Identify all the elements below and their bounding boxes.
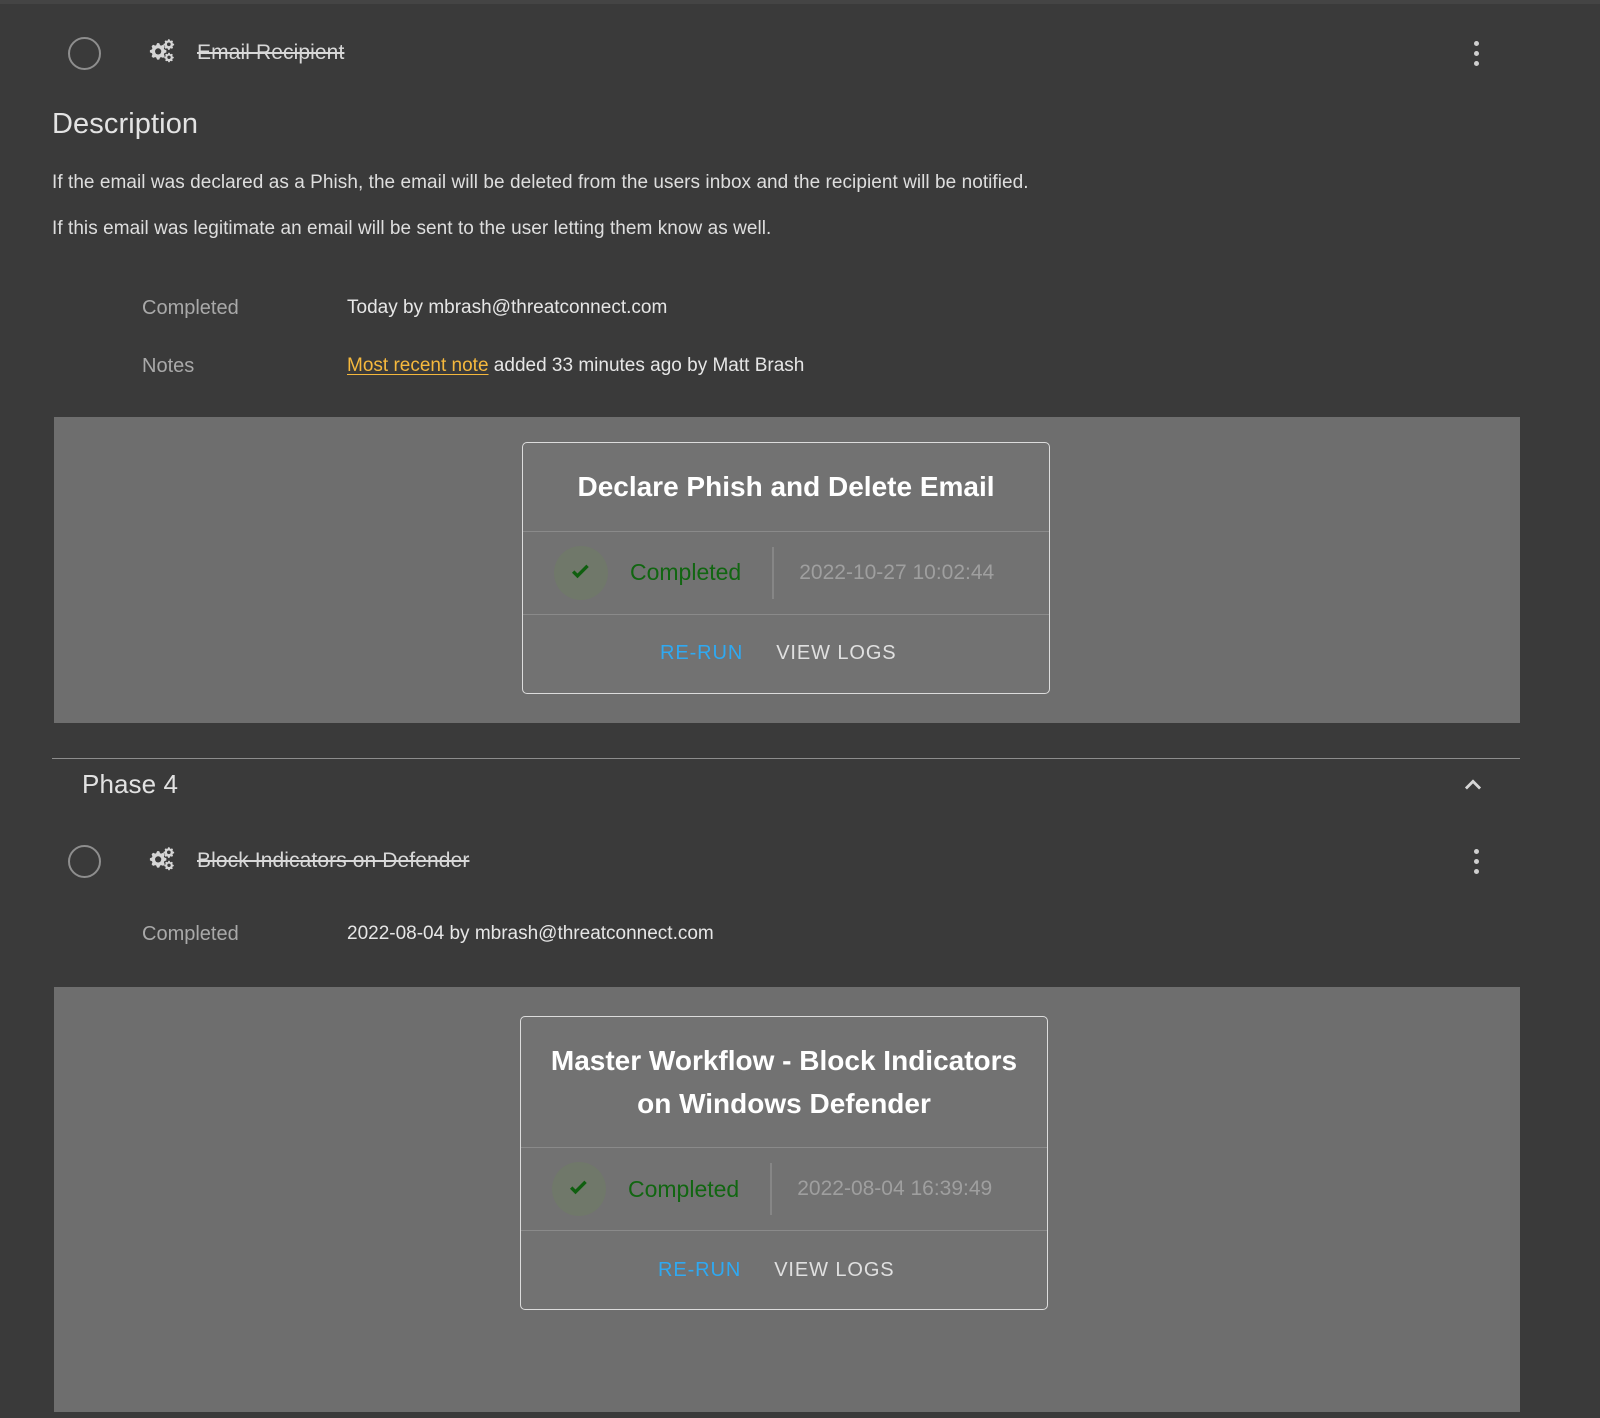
playbook-panel-1: Declare Phish and Delete Email Completed…	[54, 417, 1520, 723]
task-header-block-indicators[interactable]: Block Indicators on Defender	[0, 830, 1600, 892]
cogs-icon	[145, 38, 175, 68]
kebab-dot	[1473, 40, 1479, 46]
phase-header-4[interactable]: Phase 4	[0, 755, 1600, 813]
meta-label: Completed	[142, 297, 239, 319]
kebab-dot	[1473, 868, 1479, 874]
meta-label: Notes	[142, 355, 195, 377]
kebab-dot	[1473, 50, 1479, 56]
workflow-card-declare-phish[interactable]: Declare Phish and Delete Email Completed…	[522, 442, 1050, 694]
chevron-up-icon[interactable]	[1458, 769, 1488, 799]
playbook-task-panel: Email Recipient Description If the email…	[0, 0, 1600, 1418]
view-logs-button[interactable]: VIEW LOGS	[774, 1259, 894, 1282]
view-logs-button[interactable]: VIEW LOGS	[776, 642, 896, 665]
vertical-separator	[770, 1163, 773, 1216]
workflow-status-text: Completed	[630, 559, 742, 586]
workflow-card-title: Master Workflow - Block Indicators on Wi…	[550, 1045, 1018, 1119]
empty-circle-icon[interactable]	[68, 36, 101, 70]
workflow-status-row: Completed 2022-08-04 16:39:49	[521, 1148, 1047, 1230]
task-title[interactable]: Email Recipient	[197, 41, 344, 65]
check-icon	[552, 1162, 606, 1217]
workflow-timestamp: 2022-10-27 10:02:44	[799, 560, 995, 584]
task-header-email-recipient[interactable]: Email Recipient	[0, 22, 1600, 84]
task-title[interactable]: Block Indicators on Defender	[197, 849, 469, 873]
rerun-button[interactable]: RE-RUN	[658, 1259, 741, 1282]
meta-value: 2022-08-04 by mbrash@threatconnect.com	[347, 923, 714, 944]
meta-value: Today by mbrash@threatconnect.com	[347, 297, 668, 318]
meta-value-notes: Most recent note added 33 minutes ago by…	[347, 355, 804, 377]
kebab-menu-icon[interactable]	[1464, 844, 1488, 878]
description-heading: Description	[52, 108, 199, 140]
kebab-dot	[1473, 858, 1479, 864]
note-suffix-text: added 33 minutes ago by Matt Brash	[488, 355, 805, 376]
workflow-card-title: Declare Phish and Delete Email	[577, 471, 995, 502]
workflow-status-row: Completed 2022-10-27 10:02:44	[523, 532, 1049, 614]
workflow-actions: RE-RUN VIEW LOGS	[521, 1231, 1047, 1309]
workflow-actions: RE-RUN VIEW LOGS	[523, 615, 1049, 693]
description-line-2: If this email was legitimate an email wi…	[52, 218, 772, 239]
phase-title: Phase 4	[82, 768, 179, 799]
workflow-card-master-workflow[interactable]: Master Workflow - Block Indicators on Wi…	[520, 1016, 1048, 1311]
meta-row-completed-2: Completed 2022-08-04 by mbrash@threatcon…	[0, 923, 1600, 953]
vertical-separator	[772, 546, 775, 599]
empty-circle-icon[interactable]	[68, 844, 101, 878]
kebab-dot	[1473, 848, 1479, 854]
description-line-1: If the email was declared as a Phish, th…	[52, 172, 1029, 193]
cogs-icon	[145, 846, 175, 876]
rerun-button[interactable]: RE-RUN	[660, 642, 743, 665]
top-edge-strip	[0, 0, 1600, 4]
kebab-dot	[1473, 60, 1479, 66]
workflow-status-text: Completed	[628, 1175, 740, 1202]
meta-row-completed: Completed Today by mbrash@threatconnect.…	[0, 297, 1600, 327]
meta-row-notes: Notes Most recent note added 33 minutes …	[0, 355, 1600, 385]
check-icon	[554, 545, 608, 600]
meta-label: Completed	[142, 923, 239, 945]
workflow-timestamp: 2022-08-04 16:39:49	[797, 1177, 993, 1201]
playbook-panel-2: Master Workflow - Block Indicators on Wi…	[54, 987, 1520, 1412]
kebab-menu-icon[interactable]	[1464, 36, 1488, 70]
most-recent-note-link[interactable]: Most recent note	[347, 355, 489, 376]
